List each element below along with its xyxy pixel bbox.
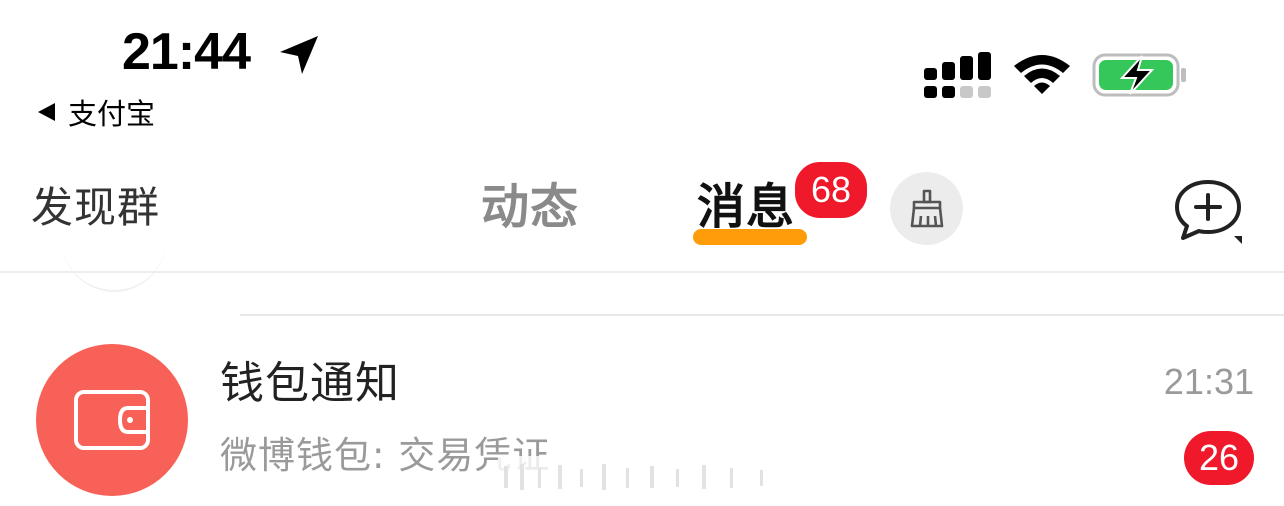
nav-divider [0,271,1284,273]
tab-feed[interactable]: 动态 [481,178,579,236]
previous-row-avatar-edge [62,236,166,292]
battery-charging-icon [1092,53,1186,97]
location-arrow-icon [280,36,318,74]
unread-count-badge: 26 [1184,431,1254,485]
message-row-wallet-notice[interactable]: 钱包通知 21:31 微博钱包: 交易凭证 26 [0,318,1284,506]
add-chat-icon[interactable] [1172,178,1244,244]
back-app-label: 支付宝 [68,97,156,131]
messages-unread-badge: 68 [792,159,870,221]
back-to-app-button[interactable]: 支付宝 [36,92,155,132]
broom-icon [910,189,943,227]
message-title: 钱包通知 [220,358,400,409]
discover-groups-link[interactable]: 发现群 [31,180,160,236]
watermark-overlay [498,456,788,492]
tab-messages[interactable]: 消息 [697,178,795,236]
wallet-icon [74,390,150,450]
message-time: 21:31 [1163,361,1254,402]
status-time: 21:44 [122,23,251,81]
avatar [36,344,188,496]
clear-unread-button[interactable] [890,172,963,245]
cellular-signal-icon [924,52,991,98]
back-triangle-icon [38,103,55,121]
row-divider [240,314,1284,316]
wifi-icon [1014,55,1070,94]
